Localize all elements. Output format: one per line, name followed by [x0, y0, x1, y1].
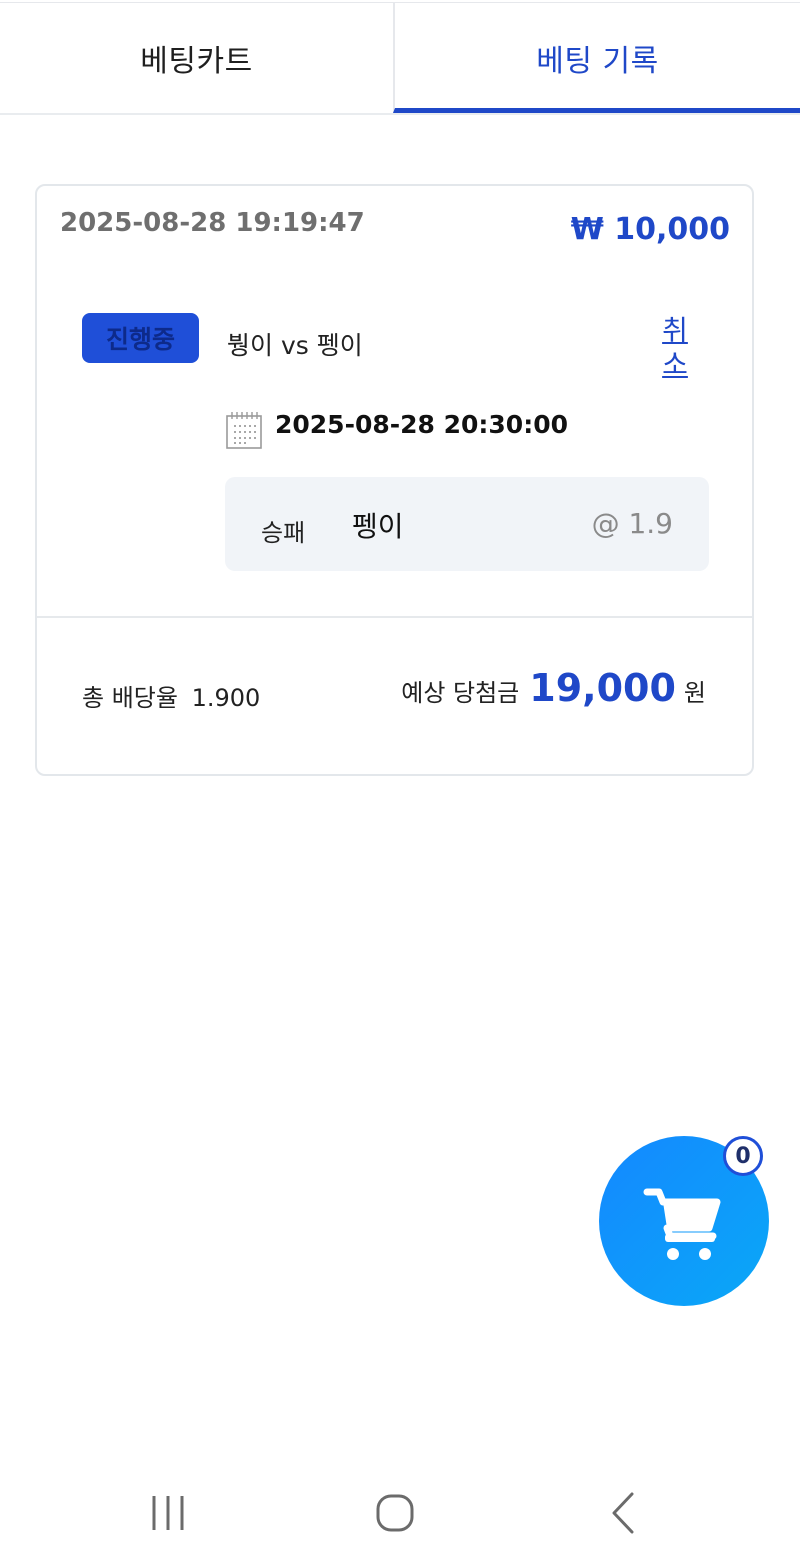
card-divider	[37, 616, 752, 618]
system-nav-bar	[0, 1470, 800, 1550]
status-badge: 진행중	[82, 313, 199, 363]
total-odds: 총 배당율 1.900	[82, 678, 260, 713]
pick-market: 승패	[261, 519, 306, 547]
tab-betting-history[interactable]: 베팅 기록	[393, 3, 800, 113]
pick-selection: 펭이	[352, 510, 404, 543]
recent-apps-icon[interactable]	[143, 1488, 193, 1538]
expected-winnings-label: 예상 당첨금	[401, 679, 520, 707]
total-odds-value: 1.900	[191, 684, 261, 712]
cart-button[interactable]: 0	[599, 1136, 769, 1306]
cart-count-badge: 0	[723, 1136, 763, 1176]
bet-amount: ₩ 10,000	[570, 212, 730, 247]
back-icon[interactable]	[598, 1488, 648, 1538]
tab-betting-cart[interactable]: 베팅카트	[0, 3, 393, 113]
expected-winnings: 예상 당첨금 19,000 원	[401, 666, 706, 710]
calendar-icon	[226, 412, 262, 449]
match-datetime: 2025-08-28 20:30:00	[275, 410, 568, 439]
match-title: 붱이 vs 펭이	[227, 331, 363, 360]
tab-bar: 베팅카트 베팅 기록	[0, 2, 800, 115]
bet-history-card: 2025-08-28 19:19:47 ₩ 10,000 진행중 붱이 vs 펭…	[35, 184, 754, 776]
pick-detail: 승패 펭이 @ 1.9	[225, 477, 709, 571]
total-odds-label: 총 배당율	[82, 684, 178, 712]
home-icon[interactable]	[370, 1488, 420, 1538]
currency-unit: 원	[683, 679, 706, 707]
cancel-button[interactable]: 취소	[657, 314, 693, 382]
pick-odds: @ 1.9	[591, 507, 673, 540]
cart-icon	[643, 1188, 721, 1260]
bet-placed-time: 2025-08-28 19:19:47	[60, 208, 365, 238]
expected-winnings-amount: 19,000	[529, 666, 676, 710]
